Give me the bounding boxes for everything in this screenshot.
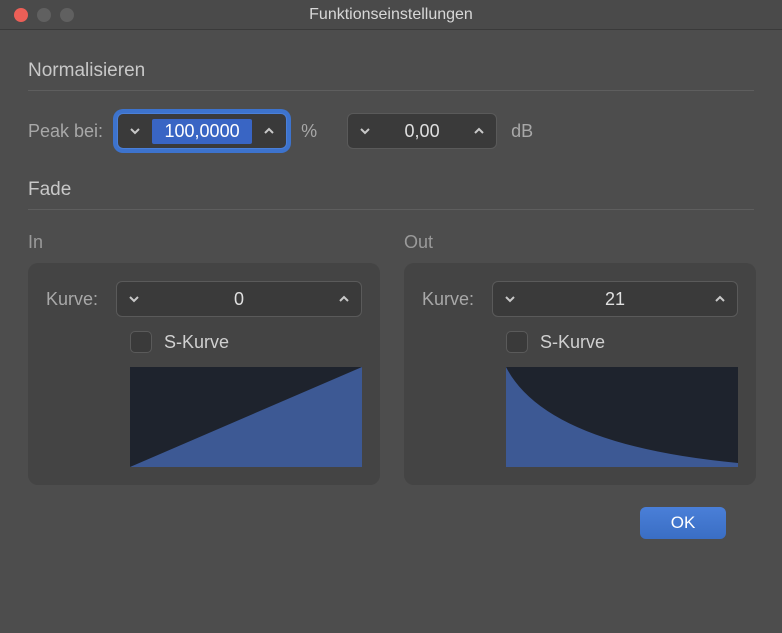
chevron-up-icon[interactable] xyxy=(462,114,496,148)
fade-out-subhead: Out xyxy=(404,232,756,253)
fade-in-scurve-checkbox[interactable] xyxy=(130,331,152,353)
fade-row: In Kurve: 0 xyxy=(28,232,754,485)
fade-in-curve-stepper[interactable]: 0 xyxy=(116,281,362,317)
peak-db-value[interactable]: 0,00 xyxy=(382,121,462,142)
db-unit: dB xyxy=(511,121,533,142)
peak-percent-value[interactable]: 100,0000 xyxy=(152,119,252,144)
settings-window: Funktionseinstellungen Normalisieren Pea… xyxy=(0,0,782,633)
chevron-up-icon[interactable] xyxy=(327,282,361,316)
titlebar: Funktionseinstellungen xyxy=(0,0,782,30)
fade-out-scurve-label: S-Kurve xyxy=(540,332,605,353)
fade-in-curve-label: Kurve: xyxy=(46,289,104,310)
percent-unit: % xyxy=(301,121,317,142)
traffic-lights xyxy=(0,8,74,22)
divider xyxy=(28,90,754,91)
fade-out-scurve-row: S-Kurve xyxy=(506,331,738,353)
fade-out-curve-row: Kurve: 21 xyxy=(422,281,738,317)
close-icon[interactable] xyxy=(14,8,28,22)
peak-percent-stepper[interactable]: 100,0000 xyxy=(117,113,287,149)
ok-button[interactable]: OK xyxy=(640,507,726,539)
fade-heading: Fade xyxy=(28,179,754,201)
fade-in-curve-preview xyxy=(130,367,362,467)
chevron-down-icon[interactable] xyxy=(493,282,527,316)
fade-in-scurve-row: S-Kurve xyxy=(130,331,362,353)
fade-out-curve-preview xyxy=(506,367,738,467)
chevron-down-icon[interactable] xyxy=(348,114,382,148)
chevron-up-icon[interactable] xyxy=(252,114,286,148)
chevron-up-icon[interactable] xyxy=(703,282,737,316)
fade-in-curve-row: Kurve: 0 xyxy=(46,281,362,317)
window-title: Funktionseinstellungen xyxy=(309,6,473,24)
fade-out-curve-label: Kurve: xyxy=(422,289,480,310)
fade-out-panel: Kurve: 21 S-Kurve xyxy=(404,263,756,485)
fade-in-panel: Kurve: 0 S-Kurve xyxy=(28,263,380,485)
minimize-icon xyxy=(37,8,51,22)
divider xyxy=(28,209,754,210)
fade-in-column: In Kurve: 0 xyxy=(28,232,380,485)
fade-out-curve-stepper[interactable]: 21 xyxy=(492,281,738,317)
content-area: Normalisieren Peak bei: 100,0000 % 0,00 xyxy=(0,30,782,559)
peak-label: Peak bei: xyxy=(28,121,103,142)
normalize-heading: Normalisieren xyxy=(28,60,754,82)
fade-in-subhead: In xyxy=(28,232,380,253)
peak-db-stepper[interactable]: 0,00 xyxy=(347,113,497,149)
fade-out-column: Out Kurve: 21 xyxy=(404,232,756,485)
normalize-row: Peak bei: 100,0000 % 0,00 xyxy=(28,113,754,149)
maximize-icon xyxy=(60,8,74,22)
fade-out-curve-value[interactable]: 21 xyxy=(527,289,703,310)
fade-in-scurve-label: S-Kurve xyxy=(164,332,229,353)
fade-in-curve-value[interactable]: 0 xyxy=(151,289,327,310)
chevron-down-icon[interactable] xyxy=(118,114,152,148)
chevron-down-icon[interactable] xyxy=(117,282,151,316)
fade-out-scurve-checkbox[interactable] xyxy=(506,331,528,353)
footer: OK xyxy=(28,485,754,539)
